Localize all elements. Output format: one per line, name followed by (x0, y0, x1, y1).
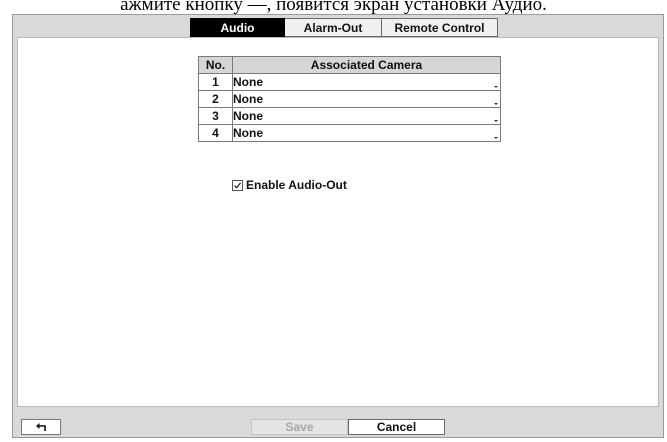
tab-bar: Audio Alarm-Out Remote Control (190, 18, 498, 37)
dropdown-arrow-icon (494, 137, 498, 139)
row-number: 1 (198, 73, 233, 91)
save-button[interactable]: Save (251, 419, 348, 435)
table-header-row: No. Associated Camera (198, 56, 501, 74)
tab-content: No. Associated Camera 1 None 2 None 3 No… (17, 37, 659, 407)
table-row: 4 None (198, 124, 501, 142)
column-header-no: No. (198, 56, 233, 74)
camera-select[interactable]: None (232, 90, 501, 108)
tab-audio[interactable]: Audio (190, 18, 285, 37)
row-number: 2 (198, 90, 233, 108)
column-header-associated-camera: Associated Camera (232, 56, 501, 74)
camera-select[interactable]: None (232, 124, 501, 142)
back-arrow-icon (36, 423, 46, 431)
camera-select-value: None (233, 109, 263, 123)
table-row: 1 None (198, 73, 501, 91)
dropdown-arrow-icon (494, 86, 498, 88)
audio-setup-panel: Audio Alarm-Out Remote Control No. Assoc… (12, 14, 664, 438)
enable-audio-out-label: Enable Audio-Out (246, 178, 347, 192)
back-button[interactable] (21, 419, 61, 435)
tab-remote-control[interactable]: Remote Control (382, 18, 498, 37)
enable-audio-out-checkbox[interactable] (232, 179, 243, 191)
row-number: 3 (198, 107, 233, 125)
checkmark-icon (234, 181, 242, 189)
tab-alarm-out[interactable]: Alarm-Out (285, 18, 382, 37)
associated-camera-table: No. Associated Camera 1 None 2 None 3 No… (198, 56, 501, 142)
table-row: 2 None (198, 90, 501, 108)
enable-audio-out-option[interactable]: Enable Audio-Out (232, 178, 347, 192)
dropdown-arrow-icon (494, 103, 498, 105)
camera-select-value: None (233, 92, 263, 106)
dropdown-arrow-icon (494, 120, 498, 122)
camera-select[interactable]: None (232, 107, 501, 125)
cancel-button[interactable]: Cancel (348, 419, 445, 435)
camera-select-value: None (233, 126, 263, 140)
table-row: 3 None (198, 107, 501, 125)
camera-select[interactable]: None (232, 73, 501, 91)
row-number: 4 (198, 124, 233, 142)
camera-select-value: None (233, 75, 263, 89)
